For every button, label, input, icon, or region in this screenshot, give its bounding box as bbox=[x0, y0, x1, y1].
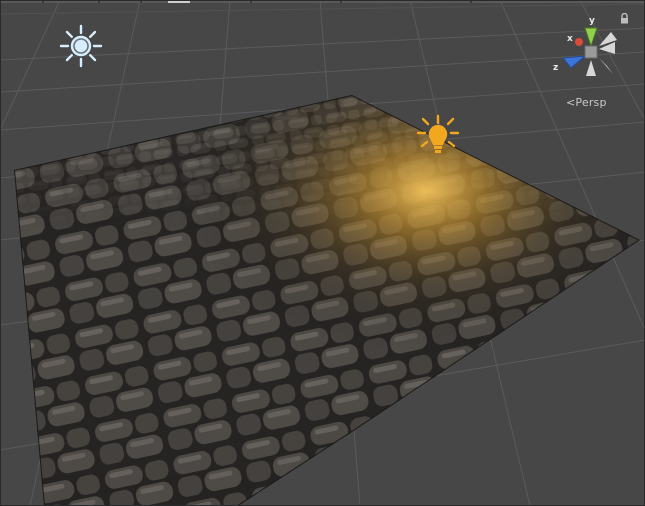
scene-canvas[interactable]: y x z bbox=[0, 0, 645, 506]
gizmo-cone-z bbox=[562, 55, 587, 69]
scene-viewport[interactable]: y x z <Persp bbox=[0, 0, 645, 506]
gizmo-cone-back bbox=[599, 58, 613, 74]
sun-icon[interactable] bbox=[59, 24, 103, 68]
gizmo-label-z: z bbox=[553, 63, 558, 73]
gizmo-cone-neg-y bbox=[586, 60, 596, 76]
gizmo-label-y: y bbox=[589, 16, 595, 26]
projection-label: Persp bbox=[575, 96, 607, 109]
gizmo-center-cube bbox=[584, 45, 598, 59]
projection-toggle[interactable]: <Persp bbox=[566, 96, 607, 109]
orientation-gizmo[interactable]: y x z bbox=[553, 16, 617, 76]
gizmo-cone-y bbox=[584, 27, 598, 48]
projection-glyph: < bbox=[566, 96, 576, 109]
gizmo-label-x: x bbox=[567, 34, 573, 44]
lock-icon[interactable] bbox=[620, 13, 629, 24]
gizmo-cone-x bbox=[575, 38, 583, 46]
stone-floor-plane[interactable] bbox=[0, 80, 645, 506]
